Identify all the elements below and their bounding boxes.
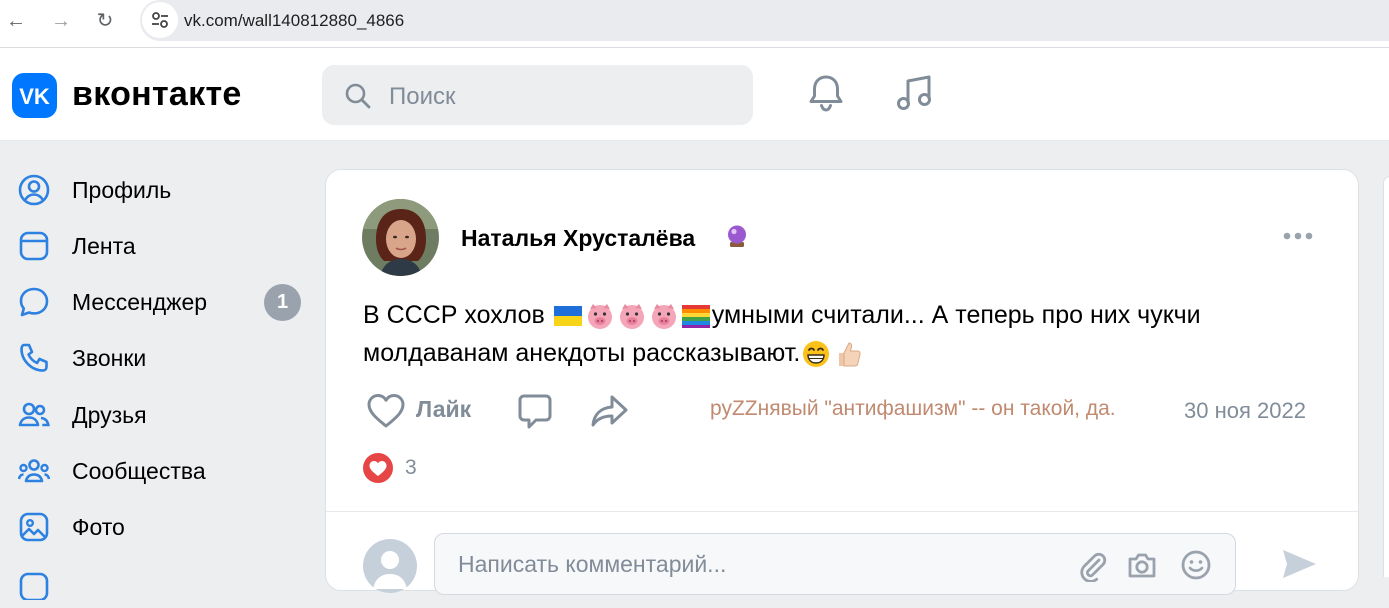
post-actions: Лайк руZZнявый "антифашизм" -- он такой,… <box>326 390 1358 434</box>
post-text: В СССР хохлов умными считали... А теперь… <box>363 296 1303 372</box>
forward-icon[interactable]: → <box>50 10 72 32</box>
sidebar-item-profile[interactable]: Профиль <box>0 165 310 215</box>
pig-face-icon <box>651 304 676 330</box>
address-bar[interactable]: vk.com/wall140812880_4866 <box>140 0 1389 41</box>
sidebar-item-label: Фото <box>72 514 125 540</box>
music-note-icon[interactable] <box>892 70 938 116</box>
messenger-icon <box>19 287 49 317</box>
back-icon[interactable]: ← <box>5 10 27 32</box>
right-panel-edge <box>1383 176 1389 577</box>
vk-logo-icon[interactable]: VK <box>12 73 57 118</box>
sidebar-item-label: Друзья <box>72 402 147 428</box>
sidebar-item-photos[interactable]: Фото <box>0 502 310 552</box>
sidebar-cutoff-icon <box>19 572 49 600</box>
divider <box>326 511 1358 512</box>
send-icon[interactable] <box>1279 544 1319 584</box>
feed-icon <box>19 231 49 261</box>
sidebar-item-calls[interactable]: Звонки <box>0 333 310 383</box>
profile-icon <box>18 174 50 206</box>
pig-face-icon <box>619 304 644 330</box>
my-avatar[interactable] <box>363 539 417 593</box>
sidebar-item-more[interactable] <box>0 558 310 608</box>
sidebar-item-label: Мессенджер <box>72 289 208 315</box>
search-icon <box>345 83 371 109</box>
notifications-bell-icon[interactable] <box>803 70 849 116</box>
post-text-part: В СССР хохлов <box>363 301 552 329</box>
red-heart-reaction-icon <box>363 453 393 483</box>
overlay-comment-text: руZZнявый "антифашизм" -- он такой, да. <box>710 397 1116 420</box>
like-button[interactable]: Лайк <box>416 396 471 423</box>
sidebar-item-communities[interactable]: Сообщества <box>0 446 310 496</box>
url-text[interactable]: vk.com/wall140812880_4866 <box>184 11 404 31</box>
photo-icon <box>19 512 49 542</box>
share-icon[interactable] <box>590 392 630 430</box>
attach-paperclip-icon[interactable] <box>1075 548 1109 582</box>
more-options-icon[interactable] <box>1281 228 1315 244</box>
rainbow-flag-icon <box>681 305 710 329</box>
comment-input[interactable]: Написать комментарий... <box>434 533 1236 595</box>
reaction-count: 3 <box>405 456 417 479</box>
sidebar-item-label: Лента <box>72 233 136 259</box>
comment-icon[interactable] <box>516 392 554 430</box>
site-settings-icon[interactable] <box>142 2 178 38</box>
search-input[interactable]: Поиск <box>322 65 753 125</box>
svg-text:VK: VK <box>19 84 50 109</box>
phone-icon <box>20 343 48 372</box>
communities-icon <box>17 459 51 483</box>
vk-header: VK вконтакте Поиск <box>0 48 1389 141</box>
post-card: Наталья Хрусталёва В СССР хохлов умными … <box>325 169 1359 595</box>
friends-icon <box>18 402 50 427</box>
sidebar-item-friends[interactable]: Друзья <box>0 390 310 440</box>
post-date[interactable]: 30 ноя 2022 <box>1184 398 1306 424</box>
author-name[interactable]: Наталья Хрусталёва <box>461 225 695 252</box>
logo-text[interactable]: вконтакте <box>72 75 242 114</box>
reload-icon[interactable]: ↻ <box>94 10 116 32</box>
camera-icon[interactable] <box>1125 548 1159 582</box>
sidebar-item-label: Звонки <box>72 345 147 371</box>
thumbs-up-icon <box>839 342 861 367</box>
emoji-smile-icon[interactable] <box>1179 548 1213 582</box>
crystal-ball-icon <box>728 225 746 247</box>
pig-face-icon <box>587 304 612 330</box>
sidebar-item-label: Сообщества <box>72 458 206 484</box>
ukraine-flag-icon <box>553 306 582 327</box>
sidebar-item-label: Профиль <box>72 177 172 203</box>
sidebar-item-feed[interactable]: Лента <box>0 221 310 271</box>
author-avatar[interactable] <box>362 199 439 276</box>
search-placeholder: Поиск <box>389 83 456 110</box>
heart-like-icon[interactable] <box>366 392 406 430</box>
sidebar-item-messenger[interactable]: Мессенджер 1 <box>0 277 310 327</box>
browser-toolbar: ← → ↻ vk.com/wall140812880_4866 <box>0 0 1389 48</box>
unread-badge: 1 <box>264 284 301 321</box>
grinning-face-icon <box>803 341 830 368</box>
comment-placeholder: Написать комментарий... <box>458 551 727 577</box>
